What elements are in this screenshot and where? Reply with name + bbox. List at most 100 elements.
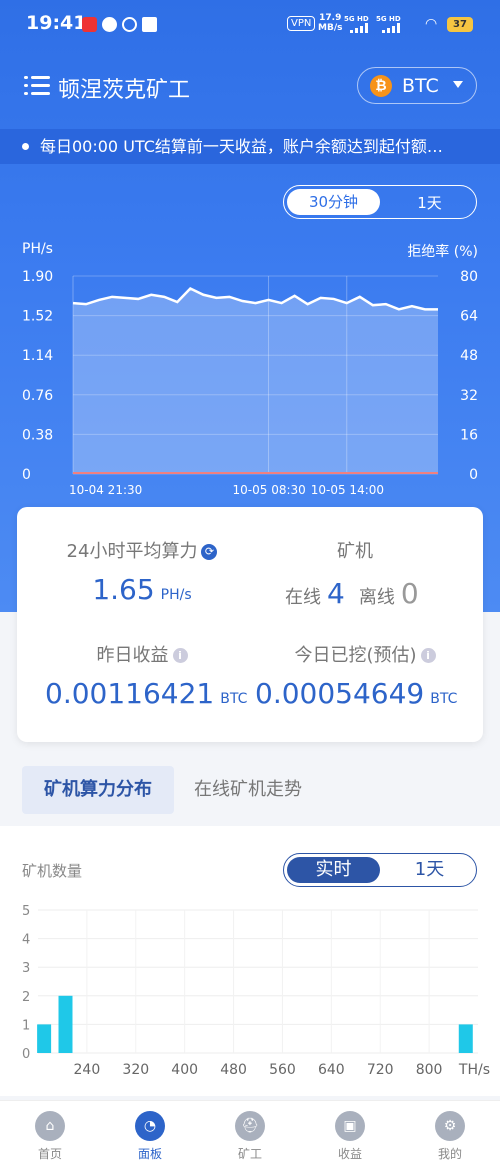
today-mined-number: 0.00054649 [255,677,425,710]
app-title: 顿涅茨克矿工 [58,78,191,103]
chat-bubble-icon [102,17,117,32]
y-tick-label: 0 [22,467,31,483]
hashrate-area [73,288,438,474]
yesterday-earnings-value: 0.00116421 BTC [45,677,255,710]
distribution-bar [458,1024,473,1053]
miners-label: 矿机 [337,541,373,562]
menu-icon[interactable] [24,76,50,96]
online-count: 4 [327,577,345,610]
dashboard-icon: ◔ [135,1111,165,1141]
wallet-icon: ▣ [335,1111,365,1141]
battery-icon: 37 [447,17,473,32]
nav-item-4[interactable]: ⚙ 我的 [400,1101,500,1164]
hashrate-range-toggle: 30分钟 1天 [283,185,477,219]
x-tick-label: 10-05 08:30 [233,483,306,497]
offline-label: 离线 [358,587,395,608]
home-icon: ⌂ [35,1111,65,1141]
nav-label: 首页 [37,1147,62,1161]
today-mined-label: 今日已挖(预估) i [255,641,475,667]
info-icon[interactable]: i [420,648,436,663]
circle-app-icon [122,17,137,32]
status-bar: 19:41 VPN 17.9 MB/s 5G HD 5G HD ◠ 37 [0,0,500,50]
nav-item-2[interactable]: ⛑ 矿工 [200,1101,300,1164]
today-mined-label-text: 今日已挖(预估) [294,645,417,666]
y-tick-label: 4 [22,933,30,948]
avg-hashrate-unit: PH/s [160,587,192,603]
distribution-range-toggle: 实时 1天 [283,853,477,887]
info-icon[interactable]: i [172,648,188,663]
miner-online-status: 在线 4 离线 0 [285,577,455,610]
x-tick-label: 480 [220,1062,247,1078]
y2-tick-label: 32 [460,388,478,404]
yesterday-earnings-label: 昨日收益 i [17,641,267,667]
x-tick-label: 720 [367,1062,394,1078]
range-realtime-option[interactable]: 实时 [287,857,380,883]
y-tick-label: 0.38 [22,427,53,443]
x-axis-unit: TH/s [458,1062,490,1078]
distribution-bar [37,1024,52,1053]
yesterday-earnings-number: 0.00116421 [45,677,215,710]
y2-tick-label: 48 [460,348,478,364]
nav-label: 矿工 [237,1147,262,1161]
tab-hashrate-distribution[interactable]: 矿机算力分布 [22,766,174,814]
online-label: 在线 [285,587,321,608]
profile-gear-icon: ⚙ [435,1111,465,1141]
coin-selector[interactable]: ₿ BTC [357,67,477,104]
x-tick-label: 640 [318,1062,345,1078]
avg-hashrate-value: 1.65 PH/s [17,573,267,606]
bottom-nav: ⌂ 首页 ◔ 面板 ⛑ 矿工 ▣ 收益 ⚙ 我的 [0,1100,500,1164]
signal-bars-icon [382,23,400,33]
y2-tick-label: 16 [460,427,478,443]
nav-label: 面板 [137,1147,162,1161]
nav-label: 收益 [337,1147,362,1161]
signal-label-2: 5G HD [376,15,401,23]
tab-online-trend[interactable]: 在线矿机走势 [194,766,302,814]
send-app-icon [142,17,157,32]
nav-item-0[interactable]: ⌂ 首页 [0,1101,100,1164]
miner-helmet-icon: ⛑ [235,1111,265,1141]
wifi-icon: ◠ [425,16,438,32]
range-1day-option[interactable]: 1天 [383,186,476,218]
y-tick-label: 3 [22,961,30,976]
chevron-down-icon [453,81,463,88]
bitcoin-icon: ₿ [370,75,392,97]
avg-hashrate-label-text: 24小时平均算力 [66,541,198,562]
refresh-icon[interactable]: ⟳ [201,544,218,560]
chart-y-axis-label: PH/s [22,241,53,257]
nav-item-1[interactable]: ◔ 面板 [100,1101,200,1164]
avg-hashrate-number: 1.65 [92,573,155,606]
hashrate-chart: 1.90 80 1.52 64 1.14 48 0.76 32 0.38 16 0 0 10-04 21… [22,269,478,497]
y-tick-label: 1.52 [22,309,53,325]
y-tick-label: 2 [22,990,30,1005]
y-tick-label: 1.14 [22,348,53,364]
x-tick-label: 240 [74,1062,101,1078]
x-tick-label: 10-04 21:30 [69,483,142,497]
status-time: 19:41 [26,12,87,34]
x-tick-label: 320 [122,1062,149,1078]
offline-count: 0 [400,577,419,610]
distribution-bar [58,995,73,1053]
speed-unit: MB/s [318,23,343,33]
signal-bars-icon [350,23,368,33]
miner-count-label: 矿机数量 [22,862,83,880]
notification-app-icon [82,17,97,32]
coin-label: BTC [402,75,439,97]
y2-tick-label: 64 [460,309,478,325]
network-speed: 17.9 MB/s [318,13,342,33]
yesterday-earnings-unit: BTC [220,691,248,707]
x-tick-label: 10-05 14:00 [311,483,384,497]
today-mined-unit: BTC [430,691,458,707]
y2-tick-label: 80 [460,269,478,285]
announcement-bar[interactable]: 每日00:00 UTC结算前一天收益，账户余额达到起付额… [0,129,500,164]
announcement-text: 每日00:00 UTC结算前一天收益，账户余额达到起付额… [40,137,443,156]
chart-y2-axis-label: 拒绝率 (%) [407,244,478,260]
signal-label-1: 5G HD [344,15,369,23]
y-tick-label: 1 [22,1018,30,1033]
y2-tick-label: 0 [469,467,478,483]
range-30min-option[interactable]: 30分钟 [287,189,380,215]
today-mined-value: 0.00054649 BTC [255,677,475,710]
bullet-icon [22,143,29,150]
nav-label: 我的 [437,1147,462,1161]
range-1day-option[interactable]: 1天 [383,854,476,886]
nav-item-3[interactable]: ▣ 收益 [300,1101,400,1164]
